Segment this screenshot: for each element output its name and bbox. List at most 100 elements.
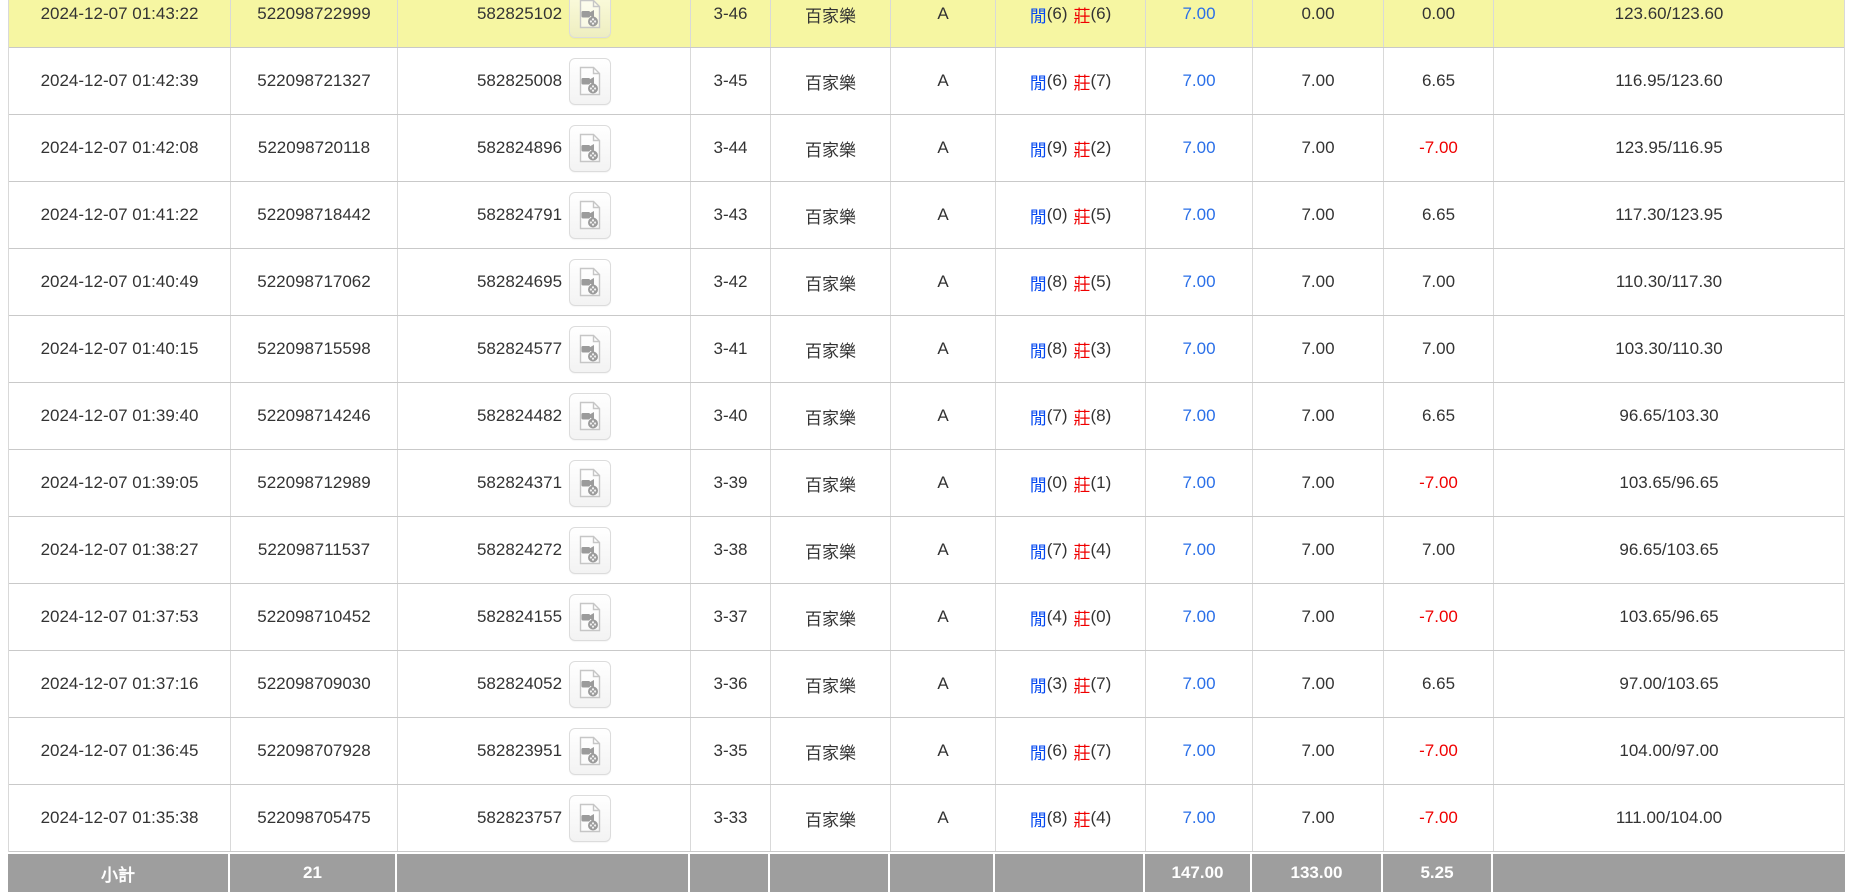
table-row: 2024-12-07 01:37:53 522098710452 5828241… — [9, 584, 1844, 651]
round-id-cell: 582824577 — [398, 316, 691, 382]
valid-bet: 7.00 — [1253, 584, 1384, 650]
video-replay-button[interactable] — [569, 795, 611, 842]
win-loss: -7.00 — [1384, 718, 1494, 784]
video-replay-button[interactable] — [569, 326, 611, 373]
win-loss: 6.65 — [1384, 383, 1494, 449]
subtotal-empty-round — [397, 854, 690, 892]
round-id-cell: 582824155 — [398, 584, 691, 650]
bet-amount-link[interactable]: 7.00 — [1182, 540, 1215, 560]
bet-amount-link[interactable]: 7.00 — [1182, 473, 1215, 493]
table-letter: A — [891, 651, 996, 717]
video-replay-button[interactable] — [569, 125, 611, 172]
bet-amount-link[interactable]: 7.00 — [1182, 71, 1215, 91]
win-loss: 6.65 — [1384, 182, 1494, 248]
round-id-cell: 582824482 — [398, 383, 691, 449]
round-id: 582824155 — [477, 607, 562, 627]
bet-amount-link[interactable]: 7.00 — [1182, 4, 1215, 24]
game-type: 百家樂 — [771, 383, 891, 449]
game-result: 閒(3)莊(7) — [996, 651, 1146, 717]
round-number: 3-42 — [691, 249, 771, 315]
valid-bet: 7.00 — [1253, 115, 1384, 181]
player-label: 閒 — [1030, 2, 1047, 27]
bet-amount-link[interactable]: 7.00 — [1182, 339, 1215, 359]
balance: 123.95/116.95 — [1494, 115, 1844, 181]
bet-time: 2024-12-07 01:40:15 — [9, 316, 231, 382]
bet-history-table: 2024-12-07 01:43:22 522098722999 5828251… — [8, 0, 1845, 892]
video-file-icon — [577, 602, 603, 632]
valid-bet: 7.00 — [1253, 48, 1384, 114]
round-id: 582824896 — [477, 138, 562, 158]
table-letter: A — [891, 316, 996, 382]
bet-time: 2024-12-07 01:37:16 — [9, 651, 231, 717]
banker-score: (1) — [1091, 473, 1112, 493]
win-loss: -7.00 — [1384, 115, 1494, 181]
round-id-cell: 582823951 — [398, 718, 691, 784]
banker-label: 莊 — [1074, 136, 1091, 161]
banker-label: 莊 — [1074, 538, 1091, 563]
banker-label: 莊 — [1074, 471, 1091, 496]
banker-label: 莊 — [1074, 337, 1091, 362]
bet-time: 2024-12-07 01:43:22 — [9, 0, 231, 47]
bet-amount-link[interactable]: 7.00 — [1182, 607, 1215, 627]
banker-score: (6) — [1091, 4, 1112, 24]
valid-bet: 0.00 — [1253, 0, 1384, 47]
subtotal-valid-bet-total: 133.00 — [1252, 854, 1383, 892]
table-row: 2024-12-07 01:41:22 522098718442 5828247… — [9, 182, 1844, 249]
video-replay-button[interactable] — [569, 192, 611, 239]
player-score: (8) — [1047, 808, 1068, 828]
bet-time: 2024-12-07 01:40:49 — [9, 249, 231, 315]
table-letter: A — [891, 718, 996, 784]
video-replay-button[interactable] — [569, 393, 611, 440]
bet-id: 522098710452 — [231, 584, 398, 650]
valid-bet: 7.00 — [1253, 517, 1384, 583]
round-id: 582824577 — [477, 339, 562, 359]
round-id-cell: 582825102 — [398, 0, 691, 47]
table-letter: A — [891, 249, 996, 315]
video-replay-button[interactable] — [569, 259, 611, 306]
banker-label: 莊 — [1074, 739, 1091, 764]
game-result: 閒(7)莊(8) — [996, 383, 1146, 449]
video-replay-button[interactable] — [569, 594, 611, 641]
video-replay-button[interactable] — [569, 728, 611, 775]
video-replay-button[interactable] — [569, 661, 611, 708]
video-file-icon — [577, 669, 603, 699]
player-label: 閒 — [1030, 605, 1047, 630]
bet-amount-link[interactable]: 7.00 — [1182, 138, 1215, 158]
banker-label: 莊 — [1074, 69, 1091, 94]
bet-time: 2024-12-07 01:39:40 — [9, 383, 231, 449]
round-id: 582824371 — [477, 473, 562, 493]
video-replay-button[interactable] — [569, 460, 611, 507]
round-number: 3-46 — [691, 0, 771, 47]
bet-time: 2024-12-07 01:42:39 — [9, 48, 231, 114]
bet-time: 2024-12-07 01:42:08 — [9, 115, 231, 181]
bet-amount-link[interactable]: 7.00 — [1182, 741, 1215, 761]
subtotal-bet-total: 147.00 — [1145, 854, 1252, 892]
bet-id: 522098709030 — [231, 651, 398, 717]
bet-amount-link[interactable]: 7.00 — [1182, 272, 1215, 292]
table-letter: A — [891, 182, 996, 248]
bet-amount-link[interactable]: 7.00 — [1182, 406, 1215, 426]
game-result: 閒(6)莊(7) — [996, 48, 1146, 114]
round-number: 3-44 — [691, 115, 771, 181]
game-result: 閒(6)莊(7) — [996, 718, 1146, 784]
balance: 116.95/123.60 — [1494, 48, 1844, 114]
video-replay-button[interactable] — [569, 58, 611, 105]
video-file-icon — [577, 267, 603, 297]
video-file-icon — [577, 401, 603, 431]
win-loss: 7.00 — [1384, 249, 1494, 315]
video-replay-button[interactable] — [569, 527, 611, 574]
player-score: (0) — [1047, 205, 1068, 225]
game-type: 百家樂 — [771, 785, 891, 851]
game-result: 閒(8)莊(3) — [996, 316, 1146, 382]
table-letter: A — [891, 785, 996, 851]
balance: 117.30/123.95 — [1494, 182, 1844, 248]
round-id: 582825008 — [477, 71, 562, 91]
bet-amount-link[interactable]: 7.00 — [1182, 674, 1215, 694]
bet-amount-link[interactable]: 7.00 — [1182, 808, 1215, 828]
video-replay-button[interactable] — [569, 0, 611, 38]
bet-amount-link[interactable]: 7.00 — [1182, 205, 1215, 225]
player-score: (8) — [1047, 272, 1068, 292]
banker-score: (7) — [1091, 741, 1112, 761]
subtotal-empty-table — [890, 854, 995, 892]
round-id: 582824695 — [477, 272, 562, 292]
